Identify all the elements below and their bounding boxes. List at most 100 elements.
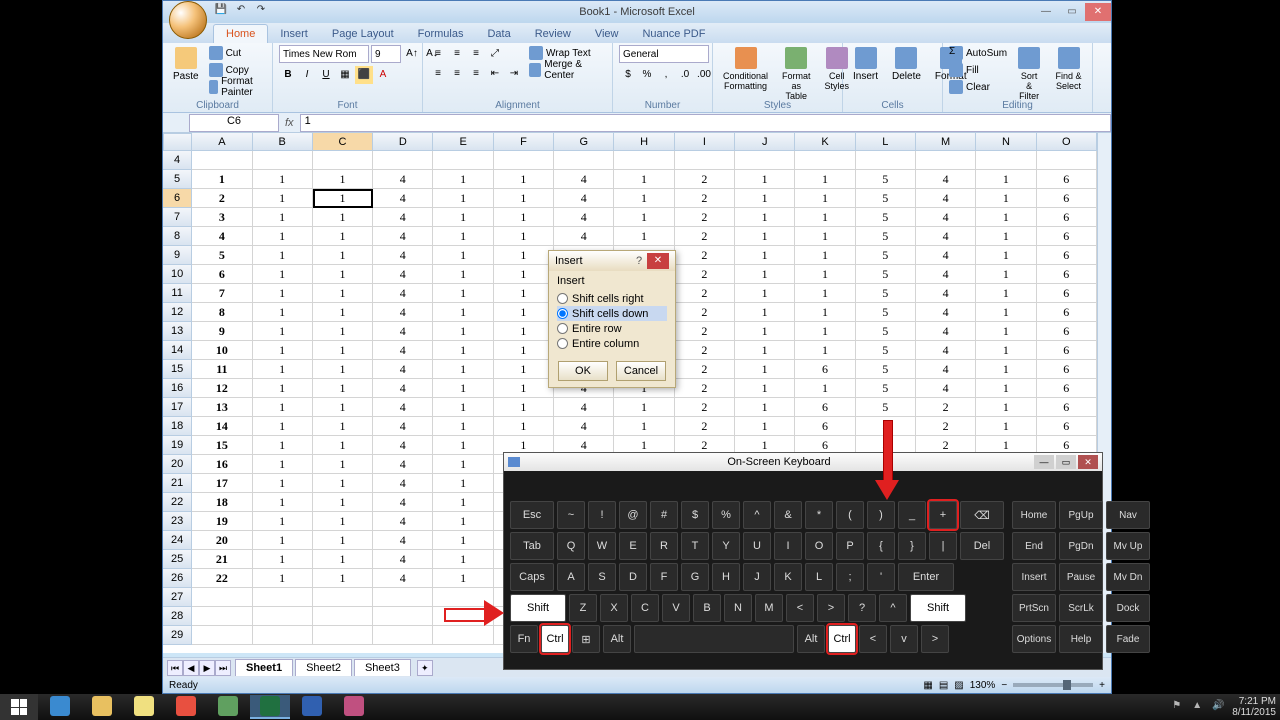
osk-key[interactable]: >	[921, 625, 949, 653]
cell[interactable]	[433, 626, 493, 645]
cell[interactable]	[373, 151, 433, 170]
cell[interactable]: 2	[675, 246, 735, 265]
cell[interactable]: 1	[735, 322, 795, 341]
cell[interactable]: 16	[192, 455, 252, 474]
cell[interactable]: 5	[856, 341, 916, 360]
row-header[interactable]: 4	[163, 151, 192, 170]
cell[interactable]: 1	[253, 417, 313, 436]
qat-undo[interactable]: ↶	[233, 4, 249, 20]
osk-key[interactable]: W	[588, 532, 616, 560]
cell[interactable]: 2	[675, 322, 735, 341]
cell[interactable]: 1	[313, 284, 373, 303]
cell[interactable]: 6	[1037, 284, 1097, 303]
cell[interactable]: 5	[856, 303, 916, 322]
row-header[interactable]: 24	[163, 531, 192, 550]
column-header[interactable]: C	[313, 133, 373, 151]
row-header[interactable]: 7	[163, 208, 192, 227]
cell[interactable]: 4	[373, 360, 433, 379]
osk-key[interactable]: >	[817, 594, 845, 622]
cell[interactable]: 1	[253, 379, 313, 398]
cell[interactable]: 1	[494, 208, 554, 227]
cell[interactable]: 2	[675, 208, 735, 227]
comma-button[interactable]: ,	[657, 66, 675, 84]
cell[interactable]: 1	[795, 284, 855, 303]
row-header[interactable]: 25	[163, 550, 192, 569]
column-header[interactable]: G	[554, 133, 614, 151]
cell[interactable]: 6	[1037, 341, 1097, 360]
osk-key[interactable]: '	[867, 563, 895, 591]
row-header[interactable]: 17	[163, 398, 192, 417]
osk-key[interactable]: }	[898, 532, 926, 560]
cell[interactable]: 1	[253, 569, 313, 588]
column-header[interactable]: B	[253, 133, 313, 151]
cell[interactable]: 4	[373, 284, 433, 303]
taskbar-item-app[interactable]	[334, 695, 374, 719]
osk-key[interactable]: Q	[557, 532, 585, 560]
osk-key[interactable]: #	[650, 501, 678, 529]
insert-option[interactable]: Shift cells down	[557, 306, 667, 321]
cell[interactable]: 2	[192, 189, 252, 208]
osk-key[interactable]: Tab	[510, 532, 554, 560]
cell[interactable]: 1	[735, 189, 795, 208]
osk-key[interactable]: S	[588, 563, 616, 591]
cell[interactable]: 2	[675, 284, 735, 303]
cell[interactable]: 1	[253, 208, 313, 227]
row-header[interactable]: 26	[163, 569, 192, 588]
tray-flag-icon[interactable]: ⚑	[1172, 700, 1186, 714]
cell[interactable]: 1	[253, 227, 313, 246]
cell[interactable]: 1	[313, 208, 373, 227]
cell[interactable]: 1	[494, 379, 554, 398]
cell[interactable]: 1	[253, 455, 313, 474]
cell[interactable]: 1	[494, 265, 554, 284]
row-header[interactable]: 8	[163, 227, 192, 246]
osk-key[interactable]: Shift	[510, 594, 566, 622]
cell[interactable]: 1	[433, 417, 493, 436]
cell[interactable]: 1	[976, 208, 1036, 227]
row-header[interactable]: 20	[163, 455, 192, 474]
cell[interactable]: 4	[916, 322, 976, 341]
cell[interactable]: 1	[494, 417, 554, 436]
clock[interactable]: 7:21 PM8/11/2015	[1232, 696, 1276, 718]
osk-key[interactable]: C	[631, 594, 659, 622]
cell[interactable]: 14	[192, 417, 252, 436]
cell[interactable]: 6	[1037, 379, 1097, 398]
cell[interactable]: 2	[675, 170, 735, 189]
cell[interactable]: 5	[856, 189, 916, 208]
row-header[interactable]: 19	[163, 436, 192, 455]
cell[interactable]: 1	[313, 322, 373, 341]
cell[interactable]: 1	[976, 360, 1036, 379]
osk-key[interactable]: Shift	[910, 594, 966, 622]
osk-side-key[interactable]: Fade	[1106, 625, 1150, 653]
cell[interactable]: 4	[373, 550, 433, 569]
font-size-combo[interactable]: 9	[371, 45, 401, 63]
osk-key[interactable]: Alt	[603, 625, 631, 653]
ribbon-tab-insert[interactable]: Insert	[268, 25, 320, 43]
cell[interactable]: 7	[192, 284, 252, 303]
cell[interactable]	[373, 588, 433, 607]
cell[interactable]: 1	[976, 398, 1036, 417]
sheet-nav-prev[interactable]: ◀	[183, 660, 199, 676]
align-center-button[interactable]: ≡	[448, 65, 466, 83]
osk-minimize-button[interactable]: —	[1034, 455, 1054, 469]
column-header[interactable]: M	[916, 133, 976, 151]
cell[interactable]: 1	[313, 227, 373, 246]
cell[interactable]: 4	[373, 569, 433, 588]
cell[interactable]: 1	[253, 284, 313, 303]
cell[interactable]: 6	[1037, 398, 1097, 417]
cell[interactable]	[253, 151, 313, 170]
view-normal-button[interactable]: ▦	[923, 680, 932, 691]
ribbon-tab-page-layout[interactable]: Page Layout	[320, 25, 406, 43]
cell[interactable]: 1	[976, 341, 1036, 360]
align-middle-button[interactable]: ≡	[448, 45, 466, 63]
taskbar-item-ie[interactable]	[40, 695, 80, 719]
osk-key[interactable]: I	[774, 532, 802, 560]
cell[interactable]: 4	[916, 170, 976, 189]
bold-button[interactable]: B	[279, 66, 297, 84]
cell[interactable]: 4	[554, 189, 614, 208]
osk-key[interactable]: Z	[569, 594, 597, 622]
osk-side-key[interactable]: Pause	[1059, 563, 1103, 591]
cell[interactable]: 6	[795, 417, 855, 436]
row-header[interactable]: 29	[163, 626, 192, 645]
cell[interactable]: 5	[856, 322, 916, 341]
cell[interactable]: 1	[313, 550, 373, 569]
